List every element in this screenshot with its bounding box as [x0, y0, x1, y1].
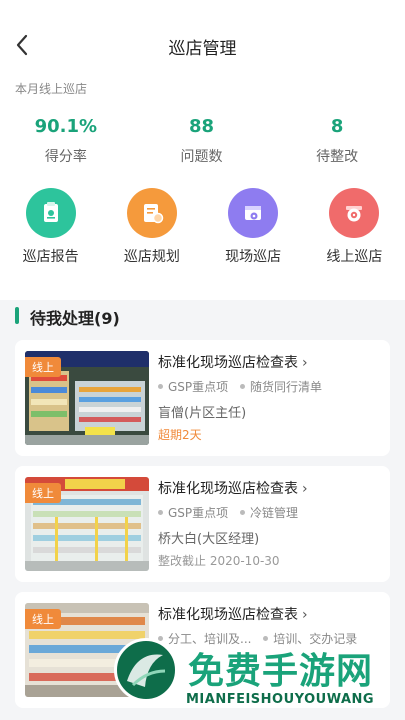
online-tag: 线上 [25, 357, 61, 377]
task-card[interactable]: 线上 标准化现场巡店检查表 › GSP重点项 随货同行清单 盲僧(片区主任) 超期… [15, 340, 390, 456]
watermark: 免费手游网 MIANFEISHOUYOUWANG [110, 630, 405, 720]
task-tags: GSP重点项 随货同行清单 [158, 378, 330, 395]
action-grid: 巡店报告 巡店规划 现场巡店 线上巡店 [0, 188, 405, 266]
action-online[interactable]: 线上巡店 [304, 188, 405, 266]
online-tag: 线上 [25, 609, 61, 629]
stat-value: 90.1% [34, 116, 98, 137]
bullet-icon [158, 510, 163, 515]
task-tags: GSP重点项 冷链管理 [158, 504, 306, 521]
task-assignee: 桥大白(大区经理) [158, 532, 260, 547]
task-title-text: 标准化现场巡店检查表 [158, 481, 298, 497]
page-title: 巡店管理 [168, 39, 237, 59]
task-title: 标准化现场巡店检查表 › [158, 604, 308, 624]
watermark-subtext: MIANFEISHOUYOUWANG [186, 692, 375, 707]
bullet-icon [239, 510, 245, 515]
task-tag: GSP重点项 [158, 380, 228, 394]
section-title: 待我处理(9) [30, 309, 120, 328]
task-tag: 随货同行清单 [239, 380, 322, 394]
task-tag-text: GSP重点项 [168, 380, 229, 394]
action-label: 巡店规划 [123, 249, 180, 265]
plan-icon [126, 188, 177, 238]
task-assignee: 盲僧(片区主任) [158, 406, 247, 421]
camera-icon [329, 188, 380, 238]
stat-issues: 88 问题数 [134, 114, 270, 166]
stat-label: 待整改 [316, 149, 359, 165]
task-title-text: 标准化现场巡店检查表 [158, 355, 298, 371]
watermark-text: 免费手游网 [188, 651, 374, 692]
task-tag-text: 随货同行清单 [249, 380, 322, 394]
task-due-status: 整改截止 2020-10-30 [158, 554, 280, 568]
action-label: 现场巡店 [225, 249, 282, 265]
header-panel: 巡店管理 本月线上巡店 90.1% 得分率 88 问题数 8 待整改 巡店报告 … [0, 0, 405, 300]
task-tag-text: 冷链管理 [249, 506, 298, 520]
task-tag: 冷链管理 [239, 506, 298, 520]
section-header: 待我处理(9) [0, 300, 405, 338]
action-report[interactable]: 巡店报告 [0, 188, 101, 266]
task-due-status: 超期2天 [158, 428, 202, 442]
task-title-text: 标准化现场巡店检查表 [158, 607, 298, 623]
stat-value: 88 [188, 116, 215, 137]
stats-row: 90.1% 得分率 88 问题数 8 待整改 [0, 114, 405, 166]
stat-pending: 8 待整改 [269, 114, 405, 166]
bullet-icon [239, 384, 245, 389]
stat-label: 得分率 [44, 149, 87, 165]
chevron-right-icon: › [302, 355, 308, 371]
store-photo: 线上 [25, 477, 149, 571]
chevron-right-icon: › [302, 481, 308, 497]
store-photo: 线上 [25, 351, 149, 445]
action-label: 巡店报告 [22, 249, 79, 265]
section-accent-bar [15, 307, 19, 324]
action-plan[interactable]: 巡店规划 [101, 188, 202, 266]
nav-bar: 巡店管理 [0, 0, 405, 92]
stat-value: 8 [330, 116, 344, 137]
online-tag: 线上 [25, 483, 61, 503]
watermark-logo-icon [114, 638, 178, 702]
task-title: 标准化现场巡店检查表 › [158, 478, 308, 498]
task-tag-text: GSP重点项 [168, 506, 229, 520]
summary-subtitle: 本月线上巡店 [15, 82, 88, 96]
task-tag: GSP重点项 [158, 506, 228, 520]
action-label: 线上巡店 [326, 249, 383, 265]
action-onsite[interactable]: 现场巡店 [203, 188, 304, 266]
report-icon [25, 188, 76, 238]
onsite-icon [228, 188, 279, 238]
bullet-icon [158, 384, 163, 389]
task-card[interactable]: 线上 标准化现场巡店检查表 › GSP重点项 冷链管理 桥大白(大区经理) 整改截… [15, 466, 390, 582]
task-title: 标准化现场巡店检查表 › [158, 352, 308, 372]
stat-score-rate: 90.1% 得分率 [0, 114, 134, 166]
chevron-right-icon: › [302, 607, 308, 623]
stat-label: 问题数 [180, 149, 223, 165]
